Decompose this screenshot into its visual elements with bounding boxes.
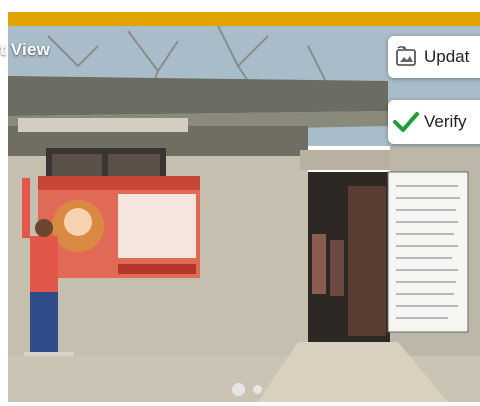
update-button-label: Updat [424,47,470,66]
view-title: t View [0,40,51,59]
photo-illustration [8,26,480,402]
update-button[interactable]: Updat [388,36,480,78]
carousel-dot-active[interactable] [232,383,245,396]
verify-button-label: Verify [424,112,467,131]
checkmark-icon [388,100,424,144]
verify-button[interactable]: Verify [388,100,480,144]
bottom-whitespace [0,402,480,406]
image-refresh-icon [388,36,424,78]
carousel-dot[interactable] [253,385,262,394]
accent-bar [8,12,480,26]
carousel-indicator [232,383,262,396]
site-photo[interactable] [8,26,480,402]
top-whitespace [0,0,480,12]
